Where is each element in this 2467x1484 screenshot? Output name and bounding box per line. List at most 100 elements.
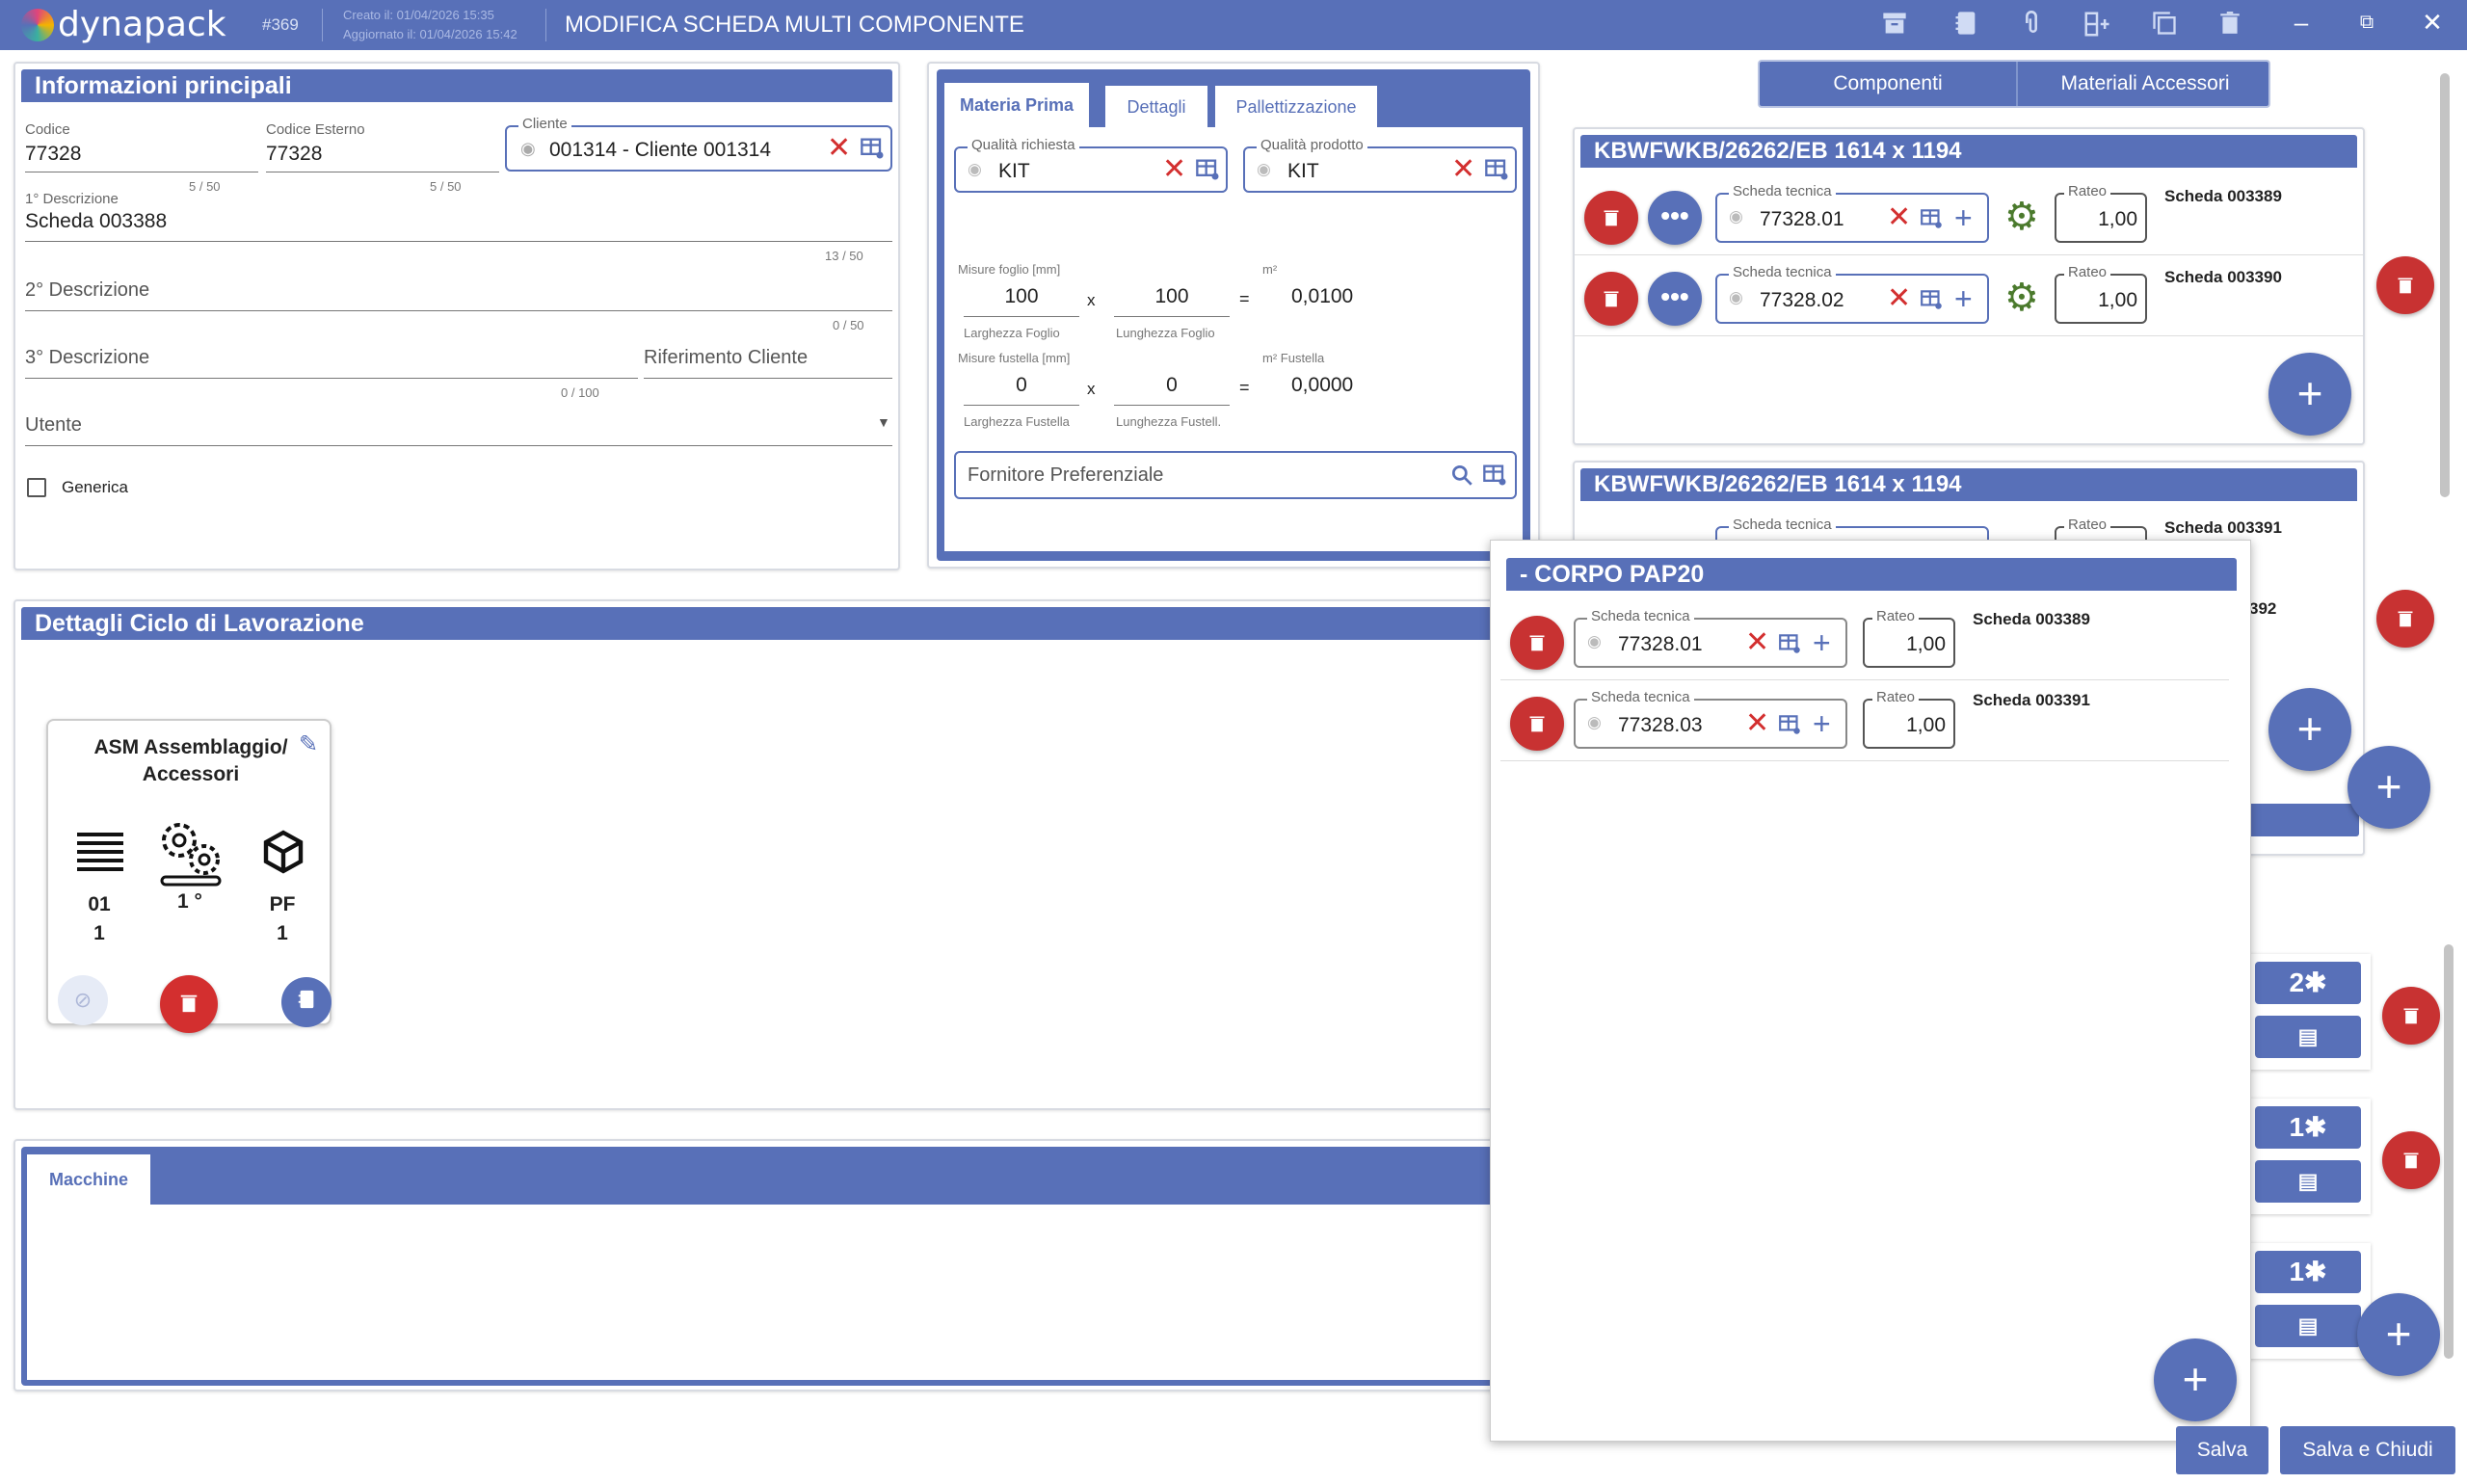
clear-icon[interactable]: ✕ [1451, 155, 1475, 184]
add-row-button[interactable]: + [2268, 688, 2351, 771]
add-row-button[interactable]: + [2154, 1338, 2237, 1421]
gear-icon[interactable]: ⚙ [2004, 195, 2039, 239]
minimize-button[interactable]: – [2282, 8, 2321, 38]
tab-macchine[interactable]: Macchine [27, 1154, 150, 1205]
qualita-richiesta-label: Qualità richiesta [968, 137, 1079, 153]
attachment-button[interactable]: ⊘ [58, 975, 108, 1025]
copy-icon[interactable] [2149, 10, 2180, 40]
larghezza-foglio-field[interactable]: 100 [964, 285, 1079, 308]
tab-pallettizzazione[interactable]: Pallettizzazione [1214, 85, 1378, 127]
fornitore-field[interactable]: Fornitore Preferenziale [954, 451, 1517, 499]
scheda-tecnica-field[interactable]: Scheda tecnica ◉ 77328.01 ✕ + [1715, 183, 1989, 243]
gear-icon[interactable]: ⚙ [2004, 276, 2039, 320]
qualita-richiesta-field[interactable]: Qualità richiesta ◉ KIT ✕ [954, 137, 1228, 193]
delete-row-button[interactable] [1510, 616, 1564, 670]
eye-icon[interactable]: ◉ [1587, 632, 1602, 651]
rateo-field[interactable]: Rateo 1,00 [2055, 183, 2147, 243]
qualita-prodotto-field[interactable]: Qualità prodotto ◉ KIT ✕ [1243, 137, 1517, 193]
eye-icon[interactable]: ◉ [1729, 288, 1743, 307]
delete-accessory-button[interactable] [2382, 987, 2440, 1045]
lunghezza-fustella-field[interactable]: 0 [1114, 374, 1230, 397]
delete-phase-button[interactable] [160, 975, 218, 1033]
add-accessory-button[interactable]: + [2357, 1293, 2440, 1376]
add-row-button[interactable]: + [2268, 353, 2351, 436]
scrollbar[interactable] [2444, 944, 2454, 1359]
utente-select[interactable]: Utente [25, 414, 82, 437]
rateo-field[interactable]: Rateo 1,00 [1863, 608, 1955, 668]
table-search-icon[interactable] [1195, 156, 1222, 188]
edit-icon[interactable]: ✎ [299, 730, 318, 758]
delete-accessory-button[interactable] [2382, 1131, 2440, 1189]
accessory-count-button[interactable]: 1✱ [2255, 1251, 2361, 1293]
clear-icon[interactable]: ✕ [1887, 284, 1911, 313]
tab-materia-prima[interactable]: Materia Prima [944, 83, 1089, 127]
tab-dettagli[interactable]: Dettagli [1104, 85, 1208, 127]
codice-field[interactable]: 77328 [25, 143, 81, 166]
descr3-field[interactable]: 3° Descrizione [25, 347, 149, 369]
table-search-icon[interactable] [860, 135, 887, 167]
folder-button[interactable]: ▤ [2255, 1305, 2361, 1347]
clear-icon[interactable]: ✕ [1887, 203, 1911, 232]
generica-checkbox[interactable] [27, 478, 46, 497]
eye-icon[interactable]: ◉ [1587, 713, 1602, 732]
descr1-field[interactable]: Scheda 003388 [25, 210, 167, 233]
lunghezza-foglio-field[interactable]: 100 [1114, 285, 1230, 308]
notebook-icon[interactable] [1950, 10, 1981, 40]
scheda-tecnica-field[interactable]: Scheda tecnica ◉ 77328.03 ✕ + [1574, 689, 1847, 749]
rateo-field[interactable]: Rateo 1,00 [2055, 264, 2147, 324]
accessory-count-button[interactable]: 2✱ [2255, 962, 2361, 1004]
close-button[interactable]: ✕ [2413, 8, 2452, 38]
folder-button[interactable]: ▤ [2255, 1160, 2361, 1203]
riferimento-cliente-field[interactable]: Riferimento Cliente [644, 347, 808, 369]
add-icon[interactable]: + [1954, 281, 1973, 317]
scrollbar[interactable] [2440, 73, 2450, 497]
chevron-down-icon[interactable]: ▼ [877, 414, 890, 430]
add-group-button[interactable]: + [2348, 746, 2430, 829]
descr2-field[interactable]: 2° Descrizione [25, 279, 149, 302]
eye-icon[interactable]: ◉ [1729, 207, 1743, 226]
scheda-tecnica-field[interactable]: Scheda tecnica ◉ 77328.01 ✕ + [1574, 608, 1847, 668]
folder-button[interactable]: ▤ [2255, 1016, 2361, 1058]
restore-button[interactable]: ⧉ [2348, 12, 2386, 34]
add-icon[interactable]: + [1954, 200, 1973, 236]
eye-icon[interactable]: ◉ [1257, 160, 1271, 179]
add-icon[interactable]: + [1813, 625, 1831, 661]
trash-icon[interactable] [2215, 10, 2245, 40]
add-icon[interactable]: + [1813, 706, 1831, 742]
more-options-button[interactable]: ••• [1648, 191, 1702, 245]
archive-icon[interactable] [1879, 10, 1910, 40]
search-icon[interactable] [1449, 463, 1474, 492]
add-row-icon[interactable] [2082, 10, 2112, 40]
clear-icon[interactable]: ✕ [1162, 155, 1186, 184]
paperclip-icon[interactable] [2016, 10, 2047, 40]
delete-group-button[interactable] [2376, 256, 2434, 314]
scheda-tecnica-field[interactable]: Scheda tecnica ◉ 77328.02 ✕ + [1715, 264, 1989, 324]
table-search-icon[interactable] [1778, 712, 1803, 742]
tab-componenti[interactable]: Componenti [1760, 62, 2016, 106]
phase-card[interactable]: ASM Assemblaggio/ Accessori ✎ 01 1 1 ° P… [46, 719, 332, 1033]
accessory-count-button[interactable]: 1✱ [2255, 1106, 2361, 1149]
table-search-icon[interactable] [1482, 462, 1509, 493]
more-options-button[interactable]: ••• [1648, 272, 1702, 326]
delete-group-button[interactable] [2376, 590, 2434, 648]
tab-materiali-accessori[interactable]: Materiali Accessori [2016, 62, 2268, 106]
eye-icon[interactable]: ◉ [968, 160, 982, 179]
save-close-button[interactable]: Salva e Chiudi [2280, 1426, 2455, 1474]
delete-row-button[interactable] [1510, 697, 1564, 751]
delete-component-button[interactable] [1584, 272, 1638, 326]
notes-button[interactable] [281, 977, 332, 1027]
codice-esterno-field[interactable]: 77328 [266, 143, 322, 166]
delete-component-button[interactable] [1584, 191, 1638, 245]
save-button[interactable]: Salva [2176, 1426, 2268, 1474]
eye-icon[interactable]: ◉ [520, 139, 536, 159]
clear-icon[interactable]: ✕ [1745, 628, 1769, 657]
table-search-icon[interactable] [1778, 631, 1803, 661]
rateo-field[interactable]: Rateo 1,00 [1863, 689, 1955, 749]
clear-icon[interactable]: ✕ [1745, 709, 1769, 738]
clear-icon[interactable]: ✕ [827, 134, 851, 163]
larghezza-fustella-field[interactable]: 0 [964, 374, 1079, 397]
table-search-icon[interactable] [1484, 156, 1511, 188]
table-search-icon[interactable] [1920, 206, 1945, 236]
cliente-field[interactable]: Cliente ◉ 001314 - Cliente 001314 ✕ [505, 116, 892, 172]
table-search-icon[interactable] [1920, 287, 1945, 317]
